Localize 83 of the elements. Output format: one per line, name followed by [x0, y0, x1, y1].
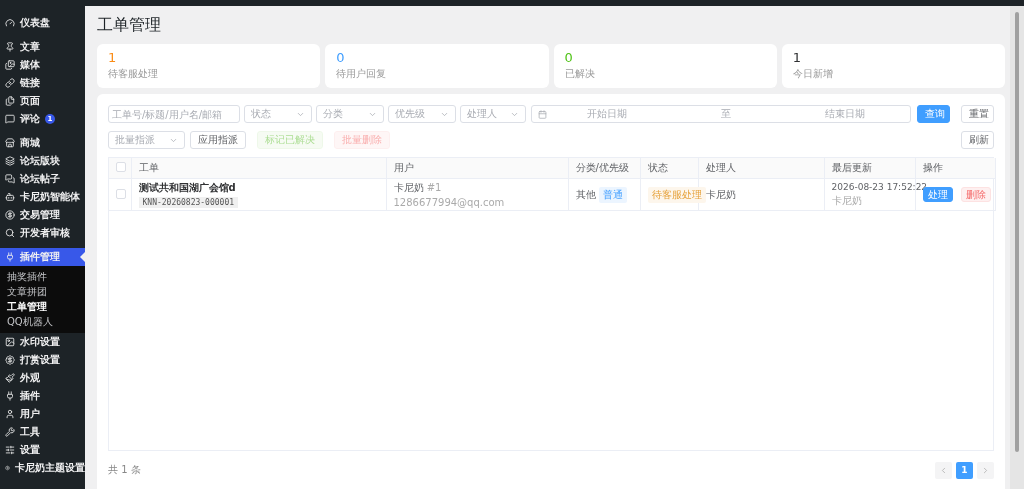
sidebar-item[interactable]: 水印设置 [0, 333, 85, 351]
user-icon [5, 409, 15, 419]
column-header: 处理人 [698, 158, 824, 179]
sidebar-item[interactable]: 工具 [0, 423, 85, 441]
sidebar-item[interactable]: 文章 [0, 38, 85, 56]
sidebar-item[interactable]: 用户 [0, 405, 85, 423]
checkbox[interactable] [116, 162, 126, 172]
plug-icon [5, 391, 15, 401]
stat-label: 待客服处理 [108, 67, 159, 81]
plug-icon [5, 252, 15, 262]
column-header: 用户 [386, 158, 568, 179]
next-page-button[interactable] [977, 461, 994, 479]
status-tag: 待客服处理 [647, 186, 706, 203]
stat-value: 1 [792, 51, 802, 65]
calendar-icon [538, 109, 547, 119]
pin-icon [5, 42, 15, 52]
image-icon [5, 337, 15, 347]
refresh-button[interactable]: 刷新 [961, 131, 994, 149]
search-icon [5, 228, 15, 238]
stat-value: 0 [564, 51, 573, 65]
settings-icon [5, 463, 10, 473]
sidebar-item[interactable]: 插件 [0, 387, 85, 405]
user-id: #1 [426, 182, 442, 193]
sidebar-item[interactable]: 论坛帖子 [0, 170, 85, 188]
sidebar-item[interactable]: 插件管理 [0, 248, 85, 266]
column-header: 分类/优先级 [568, 158, 640, 179]
category-text: 其他 [575, 188, 596, 200]
stat-label: 今日新增 [792, 67, 834, 81]
chat-icon [5, 174, 15, 184]
ticket-number: KNN-20260823-000001 [138, 197, 238, 208]
submenu-item[interactable]: QQ机器人 [0, 314, 85, 329]
sidebar-item[interactable]: 卡尼奶主题设置 [0, 459, 85, 477]
sidebar-item[interactable]: 论坛版块 [0, 152, 85, 170]
search-field[interactable]: 工单号/标题/用户名/邮箱 [108, 105, 240, 123]
page-title: 工单管理 [97, 14, 162, 36]
submenu-item[interactable]: 文章拼团 [0, 284, 85, 299]
sidebar-item[interactable]: 打赏设置 [0, 351, 85, 369]
gauge-icon [5, 18, 15, 28]
column-header: 工单 [131, 158, 386, 179]
ticket-title: 测试共和国湖广会馆d [138, 181, 236, 195]
checkbox[interactable] [116, 188, 126, 199]
sliders-icon [5, 445, 15, 455]
priority-tag: 普通 [598, 186, 627, 203]
stat-value: 1 [108, 51, 117, 65]
sidebar-item[interactable]: 页面 [0, 92, 85, 110]
submenu-item[interactable]: 抽奖插件 [0, 269, 85, 284]
sidebar-item[interactable]: 开发者审核 [0, 224, 85, 242]
column-header: 操作 [915, 158, 995, 179]
bot-icon [5, 192, 15, 202]
stat-value: 0 [336, 51, 345, 65]
stat-label: 已解决 [564, 67, 596, 81]
reset-button[interactable]: 重置 [961, 105, 994, 123]
user-name: 卡尼奶 [393, 182, 424, 193]
link-icon [5, 78, 15, 88]
assignee-text: 卡尼奶 [705, 188, 736, 200]
sidebar-item[interactable]: 媒体 [0, 56, 85, 74]
submenu-item[interactable]: 工单管理 [0, 299, 85, 314]
sidebar-item[interactable]: 卡尼奶智能体 [0, 188, 85, 206]
dollar-icon [5, 210, 15, 220]
updated-by: 卡尼奶 [831, 193, 862, 208]
sidebar-item[interactable]: 外观 [0, 369, 85, 387]
chevron-left-icon [939, 465, 948, 475]
media-icon [5, 60, 15, 70]
total-count: 共 1 条 [108, 463, 141, 477]
stat-label: 待用户回复 [336, 67, 388, 81]
column-header: 最后更新 [824, 158, 915, 179]
sidebar-item[interactable]: 商城 [0, 134, 85, 152]
chevron-right-icon [981, 465, 990, 475]
user-email: 1286677994@qq.com [393, 197, 505, 208]
sidebar-item[interactable]: 链接 [0, 74, 85, 92]
column-header: 状态 [640, 158, 698, 179]
store-icon [5, 138, 15, 148]
sidebar-item[interactable]: 仪表盘 [0, 14, 85, 32]
brush-icon [5, 373, 15, 383]
sidebar-item[interactable]: 交易管理 [0, 206, 85, 224]
dollar-icon [5, 355, 15, 365]
pages-icon [5, 96, 15, 106]
bulk-action-button[interactable]: 应用指派 [190, 131, 246, 149]
comment-icon [5, 114, 15, 124]
layers-icon [5, 156, 15, 166]
sidebar-item[interactable]: 设置 [0, 441, 85, 459]
prev-page-button[interactable] [935, 461, 952, 479]
wrench-icon [5, 427, 15, 437]
